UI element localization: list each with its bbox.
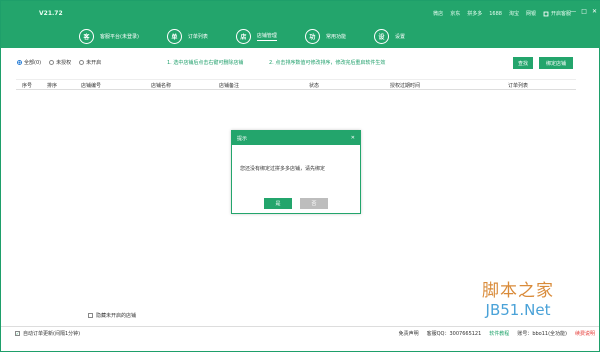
nav-common-functions[interactable]: 功 常用功能 (304, 28, 346, 44)
dialog-title-bar: 提示 ✕ (232, 131, 360, 145)
watermark-cn: 脚本之家 (482, 281, 554, 301)
column-header[interactable]: 授权过期时间 (390, 82, 420, 89)
disclaimer-link[interactable]: 免责声明 (399, 330, 419, 337)
platform-link-pdd[interactable]: 拼多多 (467, 10, 482, 17)
order-icon: 单 (166, 28, 182, 44)
platform-link-bank[interactable]: 网银 (526, 10, 536, 17)
platform-link-1688[interactable]: 1688 (489, 11, 502, 17)
nav-label: 店铺管理 (256, 32, 277, 41)
dialog-message: 您还没有绑定过拼多多店铺，请先绑定 (240, 166, 326, 172)
open-help-label: 开启客服 (550, 11, 571, 17)
headset-icon (543, 11, 549, 16)
platform-links: 微店 京东 拼多多 1688 淘宝 网银 开启客服 (433, 10, 571, 18)
radio-indicator (49, 60, 55, 65)
hide-closed-stores-checkbox[interactable]: 隐藏未开启的店铺 (88, 312, 136, 319)
bind-store-button[interactable]: 绑定店铺 (539, 57, 573, 69)
platform-link-weidian[interactable]: 微店 (433, 10, 443, 17)
dialog-buttons: 是 否 (232, 198, 360, 209)
watermark-en: JB51.Net (485, 301, 551, 319)
radio-indicator (17, 60, 22, 65)
settings-icon: 设 (373, 28, 389, 44)
filter-all-radio[interactable]: 全部(0) (17, 59, 41, 66)
checkbox-label: 自动订单更新(间隔1分钟) (23, 331, 81, 337)
main-nav: 客 客服平台(未登录) 单 订单列表 店 店铺管理 功 常用功能 设 设置 (79, 28, 433, 44)
nav-store-management[interactable]: 店 店铺管理 (235, 28, 277, 44)
radio-label: 未授权 (56, 60, 72, 66)
platform-link-jd[interactable]: 京东 (450, 10, 460, 17)
close-icon[interactable]: ✕ (592, 8, 597, 15)
checkbox-indicator: ✓ (15, 331, 20, 336)
nav-order-list[interactable]: 单 订单列表 (166, 28, 208, 44)
nav-customer-service[interactable]: 客 客服平台(未登录) (79, 28, 139, 44)
filter-unauthorized-radio[interactable]: 未授权 (49, 59, 71, 66)
nav-label: 订单列表 (187, 33, 208, 40)
status-bar: ✓ 自动订单更新(间隔1分钟) 免责声明 客服QQ：3007665121 软件教… (1, 326, 599, 337)
store-table-header: 序号 排序 店铺编号 店铺名称 店铺备注 状态 授权过期时间 订单列表 (16, 79, 576, 90)
checkbox-label: 隐藏未开启的店铺 (96, 313, 137, 319)
renew-link[interactable]: 续费说明 (575, 330, 595, 337)
customer-service-icon: 客 (79, 28, 94, 44)
header-bar: V21.72 微店 京东 拼多多 1688 淘宝 网银 开启客服 — □ ✕ 客… (1, 1, 600, 48)
watermark-logo: 脚本之家 JB51.Net (482, 276, 554, 319)
tutorial-link[interactable]: 软件教程 (489, 330, 509, 337)
radio-indicator (79, 60, 85, 65)
app-window: V21.72 微店 京东 拼多多 1688 淘宝 网银 开启客服 — □ ✕ 客… (0, 0, 600, 352)
column-header[interactable]: 序号 (22, 82, 32, 89)
nav-settings[interactable]: 设 设置 (373, 28, 405, 44)
app-version: V21.72 (39, 10, 63, 17)
column-header[interactable]: 店铺编号 (81, 82, 101, 89)
toolbar: 全部(0) 未授权 未开启 1. 选中店铺后点击右键可删除店铺 2. 点击排序数… (1, 51, 600, 73)
dialog-title: 提示 (237, 135, 248, 142)
maximize-icon[interactable]: □ (581, 8, 587, 15)
column-header[interactable]: 排序 (47, 82, 57, 89)
nav-label: 设置 (394, 33, 405, 40)
filter-radio-group: 全部(0) 未授权 未开启 (17, 59, 101, 66)
filter-not-enabled-radio[interactable]: 未开启 (79, 59, 101, 66)
window-controls: — □ ✕ (570, 8, 597, 15)
yes-button[interactable]: 是 (264, 198, 292, 209)
auto-update-checkbox[interactable]: ✓ 自动订单更新(间隔1分钟) (15, 330, 80, 337)
radio-label: 未开启 (86, 60, 102, 66)
column-header[interactable]: 店铺备注 (219, 82, 239, 89)
tip-delete-store: 1. 选中店铺后点击右键可删除店铺 (167, 60, 244, 66)
column-header[interactable]: 状态 (309, 82, 319, 89)
open-help-button[interactable]: 开启客服 (543, 10, 571, 17)
functions-icon: 功 (304, 28, 320, 44)
radio-label: 全部(0) (24, 60, 42, 66)
checkbox-indicator (88, 313, 93, 318)
store-icon: 店 (235, 28, 251, 44)
service-qq: 客服QQ：3007665121 (426, 331, 482, 337)
column-header[interactable]: 订单列表 (508, 82, 528, 89)
no-button[interactable]: 否 (300, 198, 328, 209)
minimize-icon[interactable]: — (570, 8, 576, 15)
nav-label: 客服平台(未登录) (100, 33, 139, 40)
close-icon[interactable]: ✕ (351, 135, 355, 141)
status-info: 免责声明 客服QQ：3007665121 软件教程 账号：bbo11(全功能) … (399, 330, 595, 337)
nav-label: 常用功能 (325, 33, 346, 40)
tip-sort-order: 2. 点击排序数值可修改排序，修改完后重启软件生效 (269, 60, 386, 66)
column-header[interactable]: 店铺名称 (151, 82, 171, 89)
platform-link-taobao[interactable]: 淘宝 (509, 10, 519, 17)
prompt-dialog: 提示 ✕ 您还没有绑定过拼多多店铺，请先绑定 是 否 (231, 130, 361, 214)
account-info: 账号：bbo11(全功能) (517, 331, 567, 337)
search-button[interactable]: 查找 (513, 57, 533, 69)
